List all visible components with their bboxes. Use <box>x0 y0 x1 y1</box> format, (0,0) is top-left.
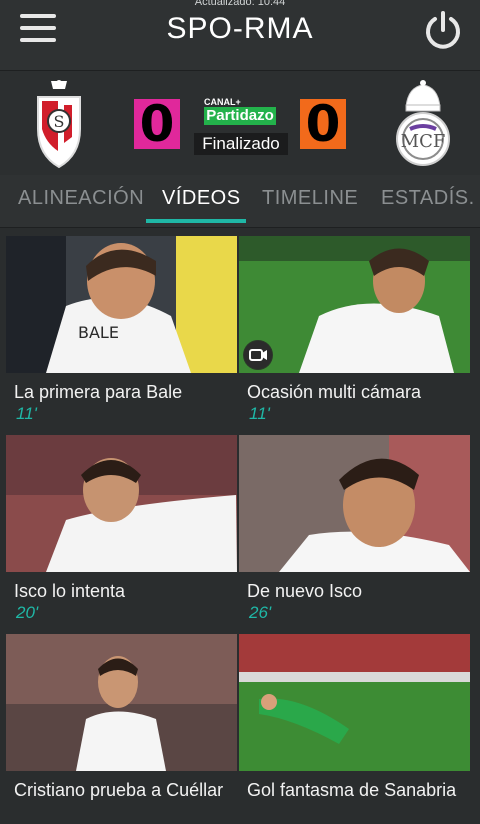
video-title: Ocasión multi cámara <box>247 382 422 402</box>
away-score: 0 <box>300 99 346 149</box>
video-card[interactable]: Isco lo intenta 20' <box>6 435 237 625</box>
sporting-crest-icon: S <box>37 80 81 169</box>
broadcaster-name: Partidazo <box>204 107 276 125</box>
video-title: Isco lo intenta <box>14 581 126 601</box>
svg-text:MCF: MCF <box>401 131 446 152</box>
video-card[interactable]: BALE La primera para Bale 11' <box>6 236 237 426</box>
svg-text:BALE: BALE <box>78 323 119 342</box>
video-card[interactable]: Gol fantasma de Sanabria <box>239 634 470 824</box>
video-thumbnail <box>239 634 470 771</box>
updated-time: Actualizado: 10:44 <box>194 0 286 8</box>
broadcaster-logo: CANAL+ Partidazo <box>200 97 280 125</box>
tab-estadisticas[interactable]: ESTADÍS. <box>381 187 475 210</box>
video-thumbnail: BALE <box>6 236 237 373</box>
video-card[interactable]: Ocasión multi cámara 11' <box>239 236 470 426</box>
match-status: Finalizado <box>194 133 288 155</box>
video-title: Gol fantasma de Sanabria <box>247 780 457 800</box>
top-bar: Actualizado: 10:44 SPO-RMA <box>0 0 480 71</box>
video-minute: 11' <box>249 404 270 423</box>
tab-videos[interactable]: VÍDEOS <box>162 187 241 210</box>
scoreboard: S 0 CANAL+ Partidazo 0 MCF Finalizado <box>0 71 480 175</box>
video-title: La primera para Bale <box>14 382 183 402</box>
page-title: SPO-RMA <box>166 12 314 45</box>
power-icon[interactable] <box>420 8 466 54</box>
video-minute: 20' <box>16 603 39 622</box>
video-minute: 26' <box>249 603 272 622</box>
video-card[interactable]: De nuevo Isco 26' <box>239 435 470 625</box>
home-score: 0 <box>134 99 180 149</box>
video-card[interactable]: Cristiano prueba a Cuéllar <box>6 634 237 824</box>
svg-text:S: S <box>54 112 65 131</box>
active-tab-indicator <box>146 219 246 223</box>
video-title: Cristiano prueba a Cuéllar <box>14 780 224 800</box>
tab-alineacion[interactable]: ALINEACIÓN <box>18 187 144 210</box>
tab-timeline[interactable]: TIMELINE <box>262 187 358 210</box>
real-madrid-crest-icon: MCF <box>396 80 450 166</box>
video-title: De nuevo Isco <box>247 581 363 601</box>
video-thumbnail <box>239 435 470 572</box>
video-camera-icon <box>243 340 273 370</box>
video-thumbnail <box>6 634 237 771</box>
video-thumbnail <box>6 435 237 572</box>
tab-bar: ALINEACIÓN VÍDEOS TIMELINE ESTADÍS. <box>0 175 480 228</box>
video-thumbnail <box>239 236 470 373</box>
video-minute: 11' <box>16 404 37 423</box>
broadcaster-top-label: CANAL+ <box>204 97 241 107</box>
